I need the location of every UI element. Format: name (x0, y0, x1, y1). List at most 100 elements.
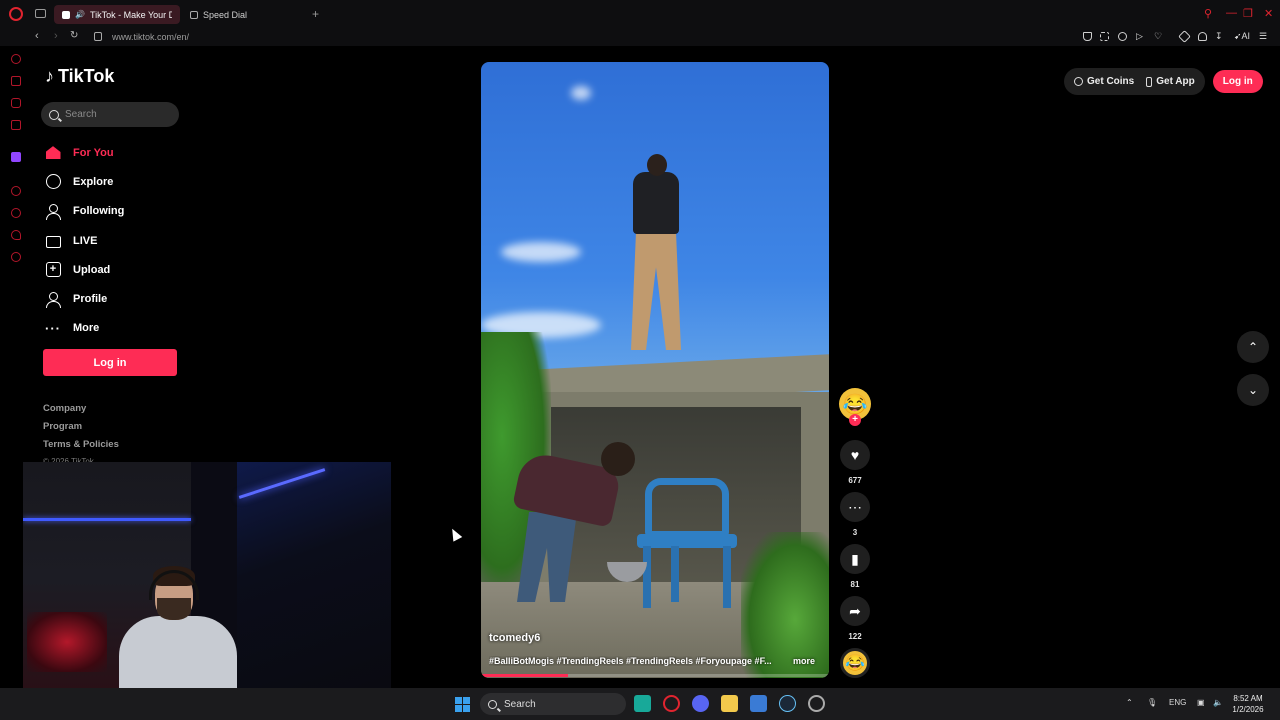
paint-icon[interactable] (750, 695, 767, 712)
footer-link-program[interactable]: Program (43, 421, 119, 439)
adblock-icon[interactable] (1118, 32, 1127, 41)
restore-button[interactable]: ❐ (1243, 7, 1253, 20)
sidebar-item-label: Explore (73, 175, 114, 188)
sidebar-item-profile[interactable]: Profile (44, 284, 184, 313)
sidebar-login-button[interactable]: Log in (43, 349, 177, 376)
shopping-icon[interactable] (11, 76, 21, 86)
tiktok-favicon-icon (62, 10, 70, 19)
extensions-icon[interactable] (1178, 30, 1191, 43)
search-input[interactable] (65, 109, 165, 120)
video-author[interactable]: tcomedy6 (489, 632, 540, 644)
forward-button[interactable]: › (54, 30, 58, 42)
new-tab-button[interactable]: + (312, 7, 319, 21)
twitch-icon[interactable] (11, 152, 21, 162)
live-tv-icon (44, 232, 62, 250)
wallet-icon[interactable] (1198, 32, 1207, 41)
app-icon[interactable] (634, 695, 651, 712)
reload-button[interactable]: ↻ (70, 30, 78, 41)
snapshot-icon[interactable] (1100, 32, 1109, 41)
sidebar-nav: For You Explore Following LIVE + Upload … (44, 138, 184, 343)
video-player[interactable]: tcomedy6 #BalliBotMogis #TrendingReels #… (481, 62, 829, 678)
opera-logo-icon[interactable] (9, 7, 23, 21)
save-count: 81 (850, 580, 860, 589)
tab-label: TikTok - Make Your Day (89, 9, 172, 20)
footer-link-terms[interactable]: Terms & Policies (43, 439, 119, 457)
url-field[interactable]: www.tiktok.com/en/ (112, 32, 189, 42)
follow-plus-icon[interactable]: + (849, 414, 861, 426)
microphone-icon[interactable]: 🎙 (1147, 698, 1157, 707)
sidebar-item-label: Upload (73, 263, 111, 276)
player-icon[interactable]: ▷ (1136, 31, 1143, 42)
speaker-icon[interactable]: 🔊 (75, 10, 85, 19)
get-app-link[interactable]: Get App (1156, 76, 1195, 87)
sidebar-item-upload[interactable]: + Upload (44, 255, 184, 284)
sidebar-item-live[interactable]: LIVE (44, 226, 184, 255)
heart-icon: ♥ (850, 447, 860, 463)
search-box[interactable] (41, 102, 179, 127)
browser-tab-bar: 🔊 TikTok - Make Your Day Speed Dial + ⚲ … (0, 0, 1280, 28)
messenger-icon[interactable] (11, 98, 21, 108)
taskbar-search[interactable]: Search (480, 693, 626, 715)
chat-icon[interactable] (11, 230, 21, 240)
windows-start-icon[interactable] (455, 697, 470, 712)
gmail-icon[interactable] (11, 120, 21, 130)
comment-button[interactable]: ⋯ (840, 492, 870, 522)
lock-icon[interactable] (94, 32, 102, 41)
search-tabs-icon[interactable]: ⚲ (1204, 7, 1212, 20)
opera-taskbar-icon[interactable] (663, 695, 680, 712)
webcam-led-strip (23, 518, 191, 521)
video-progress-bar[interactable] (481, 674, 829, 677)
file-explorer-icon[interactable] (721, 695, 738, 712)
get-coins-link[interactable]: Get Coins (1087, 76, 1134, 87)
next-video-button[interactable]: ⌄ (1237, 374, 1269, 406)
comment-icon: ⋯ (848, 498, 862, 515)
share-arrow-icon: ➦ (849, 602, 861, 619)
taskbar-search-label: Search (504, 698, 536, 710)
settings-gear-icon[interactable] (808, 695, 825, 712)
back-button[interactable]: ‹ (35, 30, 39, 42)
man-standing (627, 154, 683, 354)
footer-link-company[interactable]: Company (43, 403, 119, 421)
phone-icon (1146, 76, 1153, 87)
language-indicator[interactable]: ENG (1169, 698, 1186, 707)
aria-ai-icon[interactable]: ➹AI (1234, 31, 1250, 42)
caption-more-button[interactable]: more (793, 656, 815, 666)
discord-icon[interactable] (692, 695, 709, 712)
sidebar-item-following[interactable]: Following (44, 197, 184, 226)
heart-icon[interactable]: ♡ (1154, 31, 1162, 42)
sidebar-item-for-you[interactable]: For You (44, 138, 184, 167)
minimize-button[interactable]: — (1226, 7, 1237, 19)
sidebar-item-more[interactable]: ··· More (44, 314, 184, 343)
tray-overflow-icon[interactable]: ⌃ (1126, 698, 1133, 707)
coin-icon (1074, 77, 1083, 86)
tiktok-logo[interactable]: ♪ TikTok (45, 66, 114, 87)
previous-video-button[interactable]: ⌃ (1237, 331, 1269, 363)
taskbar-clock[interactable]: 8:52 AM 1/2/2026 (1226, 693, 1270, 715)
bookmark-icon[interactable] (1083, 32, 1092, 41)
music-disc-icon[interactable]: 😂 (840, 648, 870, 678)
history-icon[interactable] (11, 208, 21, 218)
close-button[interactable]: ✕ (1264, 7, 1273, 20)
comment-count: 3 (852, 528, 858, 537)
speed-dial-icon (190, 10, 198, 19)
easy-setup-icon[interactable]: ☰ (1259, 31, 1267, 42)
like-button[interactable]: ♥ (840, 440, 870, 470)
tab-speed-dial[interactable]: Speed Dial (182, 5, 302, 24)
player-sidebar-icon[interactable] (11, 186, 21, 196)
mouse-cursor-icon (447, 526, 463, 542)
tab-overview-icon[interactable] (35, 9, 46, 18)
header-login-button[interactable]: Log in (1212, 70, 1263, 93)
footer-links: Company Program Terms & Policies (43, 403, 119, 457)
share-button[interactable]: ➦ (840, 596, 870, 626)
volume-icon[interactable]: 🔈 (1213, 698, 1223, 707)
network-icon[interactable]: ▣ (1197, 698, 1205, 707)
aria-icon[interactable] (11, 54, 21, 64)
save-button[interactable]: ▮ (840, 544, 870, 574)
person-icon (44, 290, 62, 308)
header-pill: Get Coins Get App (1064, 68, 1205, 95)
download-icon[interactable]: ↧ (1215, 31, 1223, 42)
steam-icon[interactable] (779, 695, 796, 712)
tab-tiktok[interactable]: 🔊 TikTok - Make Your Day (54, 5, 180, 24)
sidebar-item-explore[interactable]: Explore (44, 167, 184, 196)
settings-icon[interactable] (11, 252, 21, 262)
